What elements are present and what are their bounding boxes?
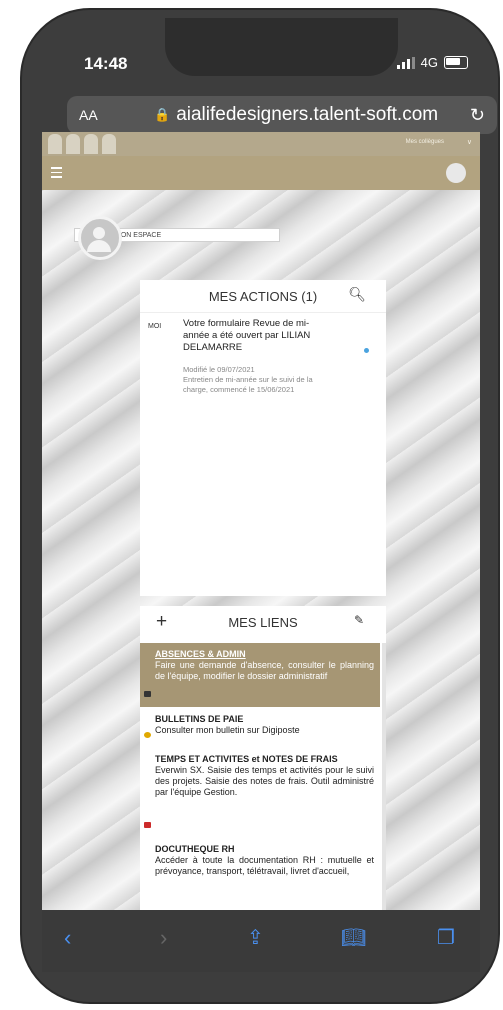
link-title: DOCUTHEQUE RH xyxy=(155,844,235,854)
action-meta: Modifié le 09/07/2021 Entretien de mi-an… xyxy=(183,365,315,395)
link-desc: Consulter mon bulletin sur Digiposte xyxy=(155,725,300,735)
text-size-button[interactable]: AA xyxy=(79,107,119,123)
user-avatar[interactable] xyxy=(446,163,466,183)
chevron-down-icon[interactable]: ∨ xyxy=(467,138,472,146)
colleagues-label[interactable]: Mes collègues xyxy=(406,139,444,145)
colleague-thumb[interactable] xyxy=(48,134,62,154)
address-bar[interactable]: AA 🔒 aialifedesigners.talent-soft.com ↻ xyxy=(67,96,497,134)
links-title: MES LIENS xyxy=(228,615,298,630)
link-title: ABSENCES & ADMIN xyxy=(155,649,246,659)
link-title: TEMPS ET ACTIVITES et NOTES DE FRAIS xyxy=(155,754,338,764)
profile-avatar[interactable] xyxy=(78,216,122,260)
share-icon[interactable]: ⇪ xyxy=(247,925,264,950)
scrollbar[interactable] xyxy=(382,643,386,910)
colleague-thumb[interactable] xyxy=(84,134,98,154)
divider xyxy=(140,312,386,313)
back-icon[interactable]: ‹ xyxy=(64,925,71,951)
links-card: + MES LIENS ✎ ABSENCES & ADMIN Faire une… xyxy=(140,606,386,910)
status-time: 14:48 xyxy=(84,54,128,73)
link-desc: Faire une demande d'absence, consulter l… xyxy=(155,660,374,681)
reload-icon[interactable]: ↻ xyxy=(470,105,485,126)
bookmarks-icon[interactable]: 📖︎ xyxy=(341,925,366,950)
links-header: + MES LIENS ✎ xyxy=(140,606,386,640)
battery-icon xyxy=(444,56,468,69)
link-temps-activites[interactable]: TEMPS ET ACTIVITES et NOTES DE FRAIS Eve… xyxy=(140,748,380,836)
tabs-icon[interactable]: ❐ xyxy=(437,925,455,950)
action-detail: Entretien de mi-année sur le suivi de la… xyxy=(183,375,313,394)
edit-icon[interactable]: ✎ xyxy=(354,613,364,627)
actions-card: MES ACTIONS (1) 🔍︎ MOI Votre formulaire … xyxy=(140,280,386,596)
safari-toolbar: ‹ › ⇪ 📖︎ ❐ xyxy=(42,910,480,972)
link-desc: Accéder à toute la documentation RH : mu… xyxy=(155,855,374,876)
digiposte-icon xyxy=(144,732,151,738)
menu-icon[interactable] xyxy=(51,167,62,181)
network-label: 4G xyxy=(420,55,438,70)
link-absences[interactable]: ABSENCES & ADMIN Faire une demande d'abs… xyxy=(140,643,380,707)
web-page: Mes collègues ∨ MON ESPACE MES ACTIONS (… xyxy=(42,132,480,910)
unread-dot xyxy=(364,348,369,353)
lock-icon: 🔒 xyxy=(154,107,171,122)
link-bulletins[interactable]: BULLETINS DE PAIE Consulter mon bulletin… xyxy=(140,708,380,746)
site-header xyxy=(42,156,480,190)
action-title[interactable]: Votre formulaire Revue de mi-année a été… xyxy=(183,318,313,354)
calendar-icon xyxy=(144,691,151,697)
link-docutheque[interactable]: DOCUTHEQUE RH Accéder à toute la documen… xyxy=(140,838,380,910)
forward-icon[interactable]: › xyxy=(160,925,167,951)
colleague-thumb[interactable] xyxy=(66,134,80,154)
action-tag: MOI xyxy=(148,323,162,330)
url-text[interactable]: aialifedesigners.talent-soft.com xyxy=(176,104,470,126)
link-title: BULLETINS DE PAIE xyxy=(155,714,244,724)
status-icons: 4G xyxy=(396,55,468,70)
notch xyxy=(165,18,398,76)
action-modified: Modifié le 09/07/2021 xyxy=(183,365,255,374)
link-desc: Everwin SX. Saisie des temps et activité… xyxy=(155,765,374,797)
search-icon[interactable]: 🔍︎ xyxy=(348,286,366,303)
signal-icon xyxy=(396,56,415,69)
colleague-thumb[interactable] xyxy=(102,134,116,154)
everwin-icon xyxy=(144,822,151,828)
site-top-row: Mes collègues ∨ xyxy=(42,132,480,156)
